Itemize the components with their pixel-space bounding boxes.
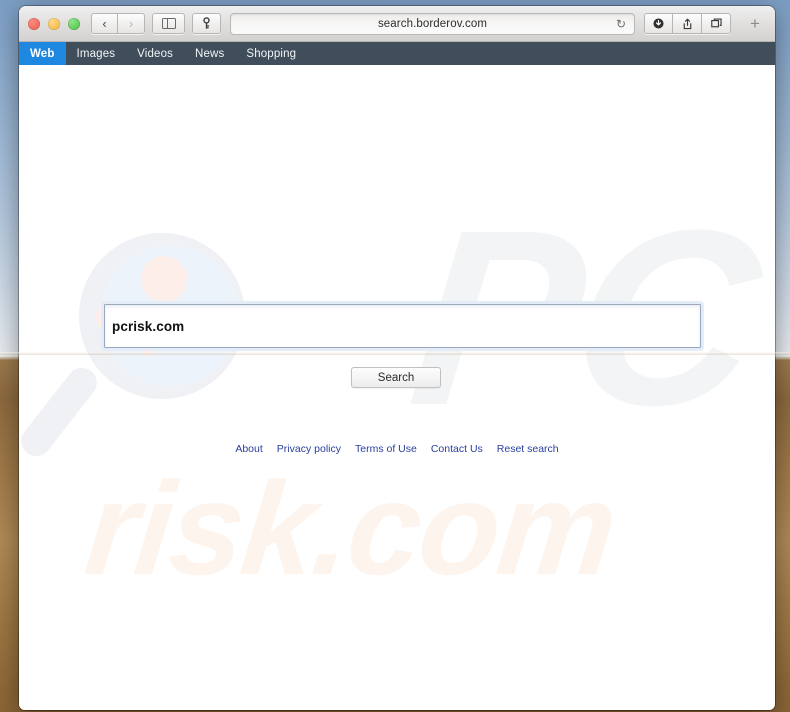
passwords-button[interactable] [192,13,221,34]
search-button[interactable]: Search [351,367,441,388]
downloads-button[interactable] [644,13,673,34]
address-bar-url: search.borderov.com [377,17,488,30]
search-input[interactable]: pcrisk.com [101,301,704,351]
sitenav-item-shopping[interactable]: Shopping [235,42,307,65]
window-traffic-lights [28,17,80,30]
forward-button[interactable]: › [118,13,145,34]
desktop-wallpaper: ‹ › search.borderov.com ↻ + Web Images V… [0,0,790,712]
downloads-icon [653,18,664,29]
reload-icon[interactable]: ↻ [616,18,626,30]
sitenav-item-videos[interactable]: Videos [126,42,184,65]
risk-watermark-text: risk.com [79,455,622,602]
chevron-right-icon: › [128,16,134,31]
site-navigation-bar: Web Images Videos News Shopping [19,42,775,65]
new-tab-button[interactable]: + [742,15,768,32]
page-content: PC risk.com pcrisk.com Search About Priv… [19,65,775,710]
minimize-window-button[interactable] [48,17,60,30]
sitenav-label: Images [76,47,116,60]
footer-link-about[interactable]: About [235,443,262,455]
sitenav-label: Web [30,47,55,60]
toolbar-right-buttons [644,13,731,34]
footer-link-privacy[interactable]: Privacy policy [277,443,341,455]
browser-window: ‹ › search.borderov.com ↻ + Web Images V… [19,6,775,710]
share-icon [683,18,691,29]
magnifier-watermark [19,233,261,473]
share-button[interactable] [673,13,702,34]
close-window-button[interactable] [28,17,40,30]
navigation-buttons: ‹ › [91,13,145,34]
search-query-text: pcrisk.com [112,318,185,334]
footer-link-contact[interactable]: Contact Us [431,443,483,455]
footer-link-reset-search[interactable]: Reset search [497,443,559,455]
toggle-sidebar-button[interactable] [152,13,185,34]
search-button-label: Search [377,371,415,384]
address-bar[interactable]: search.borderov.com ↻ [230,12,635,35]
back-button[interactable]: ‹ [91,13,118,34]
lens-dot [141,256,187,302]
show-all-tabs-button[interactable] [702,13,731,34]
footer-links: About Privacy policy Terms of Use Contac… [19,443,775,455]
sitenav-label: Shopping [246,47,297,60]
chevron-left-icon: ‹ [102,16,107,31]
sitenav-item-news[interactable]: News [184,42,235,65]
key-icon [203,17,210,29]
sitenav-item-web[interactable]: Web [19,42,66,65]
sitenav-label: News [195,47,225,60]
sitenav-label: Videos [137,47,174,60]
sitenav-item-images[interactable]: Images [66,42,127,65]
footer-link-terms[interactable]: Terms of Use [355,443,417,455]
browser-toolbar: ‹ › search.borderov.com ↻ + [19,6,775,42]
zoom-window-button[interactable] [68,17,80,30]
sidebar-icon [161,17,176,30]
tabs-overview-icon [710,18,722,28]
